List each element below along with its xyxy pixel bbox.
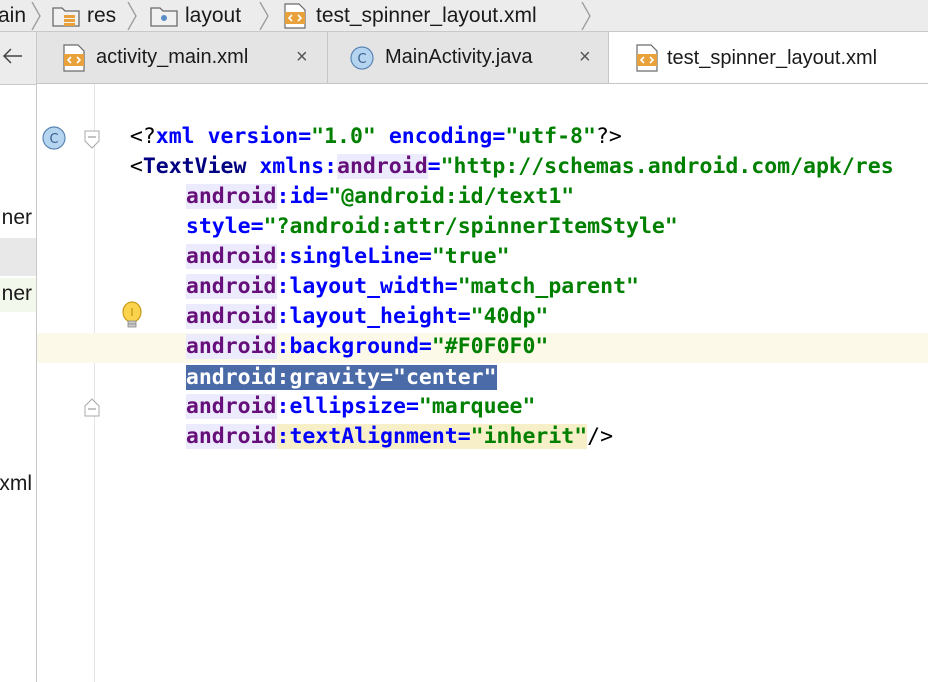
code-line-10[interactable]: android:ellipsize="marquee"	[160, 362, 535, 419]
fold-open-icon[interactable]	[83, 130, 101, 150]
project-panel: ner ner xml	[0, 32, 37, 682]
close-tab-icon[interactable]: ×	[579, 46, 591, 69]
xml-file-icon	[284, 2, 306, 29]
project-tree-item-selected[interactable]	[0, 238, 36, 276]
tab-label: test_spinner_layout.xml	[667, 46, 878, 69]
chevron-right-icon	[581, 2, 591, 30]
tab-test-spinner-layout[interactable]: test_spinner_layout.xml	[609, 32, 928, 83]
xml-file-icon	[63, 44, 85, 72]
project-panel-header	[0, 32, 36, 85]
editor-tab-bar: activity_main.xml × C MainActivity.java …	[37, 32, 928, 84]
chevron-right-icon	[259, 2, 269, 30]
code-line-9-selected[interactable]: android:gravity="center"	[160, 333, 497, 390]
chevron-right-icon	[127, 2, 137, 30]
java-class-icon: C	[350, 46, 374, 70]
code-line-5[interactable]: android:singleLine="true"	[160, 212, 510, 269]
close-tab-icon[interactable]: ×	[296, 46, 308, 69]
project-tree-item[interactable]: ner	[0, 278, 36, 312]
tab-main-activity[interactable]: C MainActivity.java ×	[328, 32, 609, 83]
class-reference-icon[interactable]: C	[41, 124, 69, 152]
breadcrumb-label: test_spinner_layout.xml	[316, 3, 537, 27]
breadcrumb-label: res	[87, 3, 117, 27]
xml-file-icon	[636, 44, 658, 72]
breadcrumb-item-file[interactable]: test_spinner_layout.xml	[282, 0, 537, 31]
folder-icon	[150, 6, 178, 27]
chevron-right-icon	[31, 2, 41, 30]
fold-close-icon[interactable]	[83, 396, 101, 418]
breadcrumb-item-layout[interactable]: layout	[149, 0, 241, 31]
code-line-4[interactable]: style="?android:attr/spinnerItemStyle"	[160, 182, 678, 239]
breadcrumb: ain res layout test_spinner_layout.xml	[0, 0, 928, 32]
code-line-2[interactable]: <TextView xmlns:android="http://schemas.…	[104, 122, 894, 179]
code-line-1[interactable]: <?xml version="1.0" encoding="utf-8"?>	[104, 92, 622, 149]
intention-bulb-icon[interactable]	[119, 300, 145, 332]
project-tree-item[interactable]: ner	[0, 202, 36, 236]
breadcrumb-item-main[interactable]: ain	[0, 0, 26, 31]
project-tree-item[interactable]: xml	[0, 468, 36, 502]
class-badge-letter: C	[49, 132, 58, 147]
svg-text:C: C	[357, 52, 366, 67]
code-line-6[interactable]: android:layout_width="match_parent"	[160, 242, 639, 299]
tab-label: MainActivity.java	[385, 46, 533, 68]
code-line-7[interactable]: android:layout_height="40dp"	[160, 272, 548, 329]
code-line-3[interactable]: android:id="@android:id/text1"	[160, 152, 574, 209]
code-line-11[interactable]: android:textAlignment="inherit"/>	[160, 392, 613, 449]
tab-activity-main[interactable]: activity_main.xml ×	[37, 32, 328, 83]
breadcrumb-label: layout	[185, 3, 242, 27]
resource-folder-icon	[52, 6, 80, 27]
editor-gutter	[37, 84, 95, 682]
breadcrumb-label: ain	[0, 3, 27, 27]
collapse-panel-icon[interactable]	[2, 45, 26, 67]
tab-label: activity_main.xml	[96, 46, 249, 68]
code-line-8[interactable]: android:background="#F0F0F0"	[160, 302, 548, 359]
breadcrumb-item-res[interactable]: res	[51, 0, 116, 31]
